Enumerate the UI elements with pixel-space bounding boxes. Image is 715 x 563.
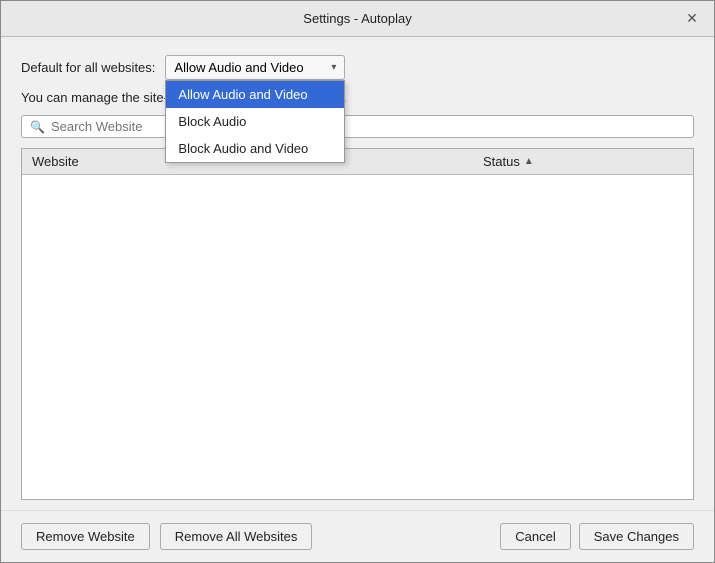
search-row: 🔍 <box>21 115 694 138</box>
chevron-down-icon: ▾ <box>331 62 336 73</box>
sort-arrow-icon: ▲ <box>524 156 534 167</box>
cancel-label: Cancel <box>515 529 555 544</box>
dropdown-selected-value: Allow Audio and Video <box>174 60 303 75</box>
manage-text: You can manage the site-specific Autopla… <box>21 90 694 105</box>
close-button[interactable]: ✕ <box>682 9 702 29</box>
dropdown-container: Allow Audio and Video ▾ Allow Audio and … <box>165 55 345 80</box>
col-status-header: Status ▲ <box>483 154 683 169</box>
remove-website-label: Remove Website <box>36 529 135 544</box>
search-box: 🔍 <box>21 115 694 138</box>
table-body <box>22 175 693 499</box>
website-table: Website Status ▲ <box>21 148 694 500</box>
search-input[interactable] <box>51 119 685 134</box>
save-changes-button[interactable]: Save Changes <box>579 523 694 550</box>
dialog-footer: Remove Website Remove All Websites Cance… <box>1 510 714 562</box>
search-icon: 🔍 <box>30 120 45 134</box>
remove-all-websites-button[interactable]: Remove All Websites <box>160 523 313 550</box>
save-label: Save Changes <box>594 529 679 544</box>
footer-left: Remove Website Remove All Websites <box>21 523 500 550</box>
cancel-button[interactable]: Cancel <box>500 523 570 550</box>
remove-website-button[interactable]: Remove Website <box>21 523 150 550</box>
dialog-title: Settings - Autoplay <box>33 11 682 26</box>
title-bar: Settings - Autoplay ✕ <box>1 1 714 37</box>
settings-dialog: Settings - Autoplay ✕ Default for all we… <box>0 0 715 563</box>
dropdown-option-block-audio-video[interactable]: Block Audio and Video <box>166 135 344 162</box>
default-label: Default for all websites: <box>21 60 155 75</box>
remove-all-label: Remove All Websites <box>175 529 298 544</box>
default-dropdown-button[interactable]: Allow Audio and Video ▾ <box>165 55 345 80</box>
dropdown-option-block-audio[interactable]: Block Audio <box>166 108 344 135</box>
dropdown-option-allow-audio-video[interactable]: Allow Audio and Video <box>166 81 344 108</box>
footer-right: Cancel Save Changes <box>500 523 694 550</box>
dialog-body: Default for all websites: Allow Audio an… <box>1 37 714 500</box>
dropdown-menu: Allow Audio and Video Block Audio Block … <box>165 80 345 163</box>
table-header: Website Status ▲ <box>22 149 693 175</box>
default-row: Default for all websites: Allow Audio an… <box>21 55 694 80</box>
